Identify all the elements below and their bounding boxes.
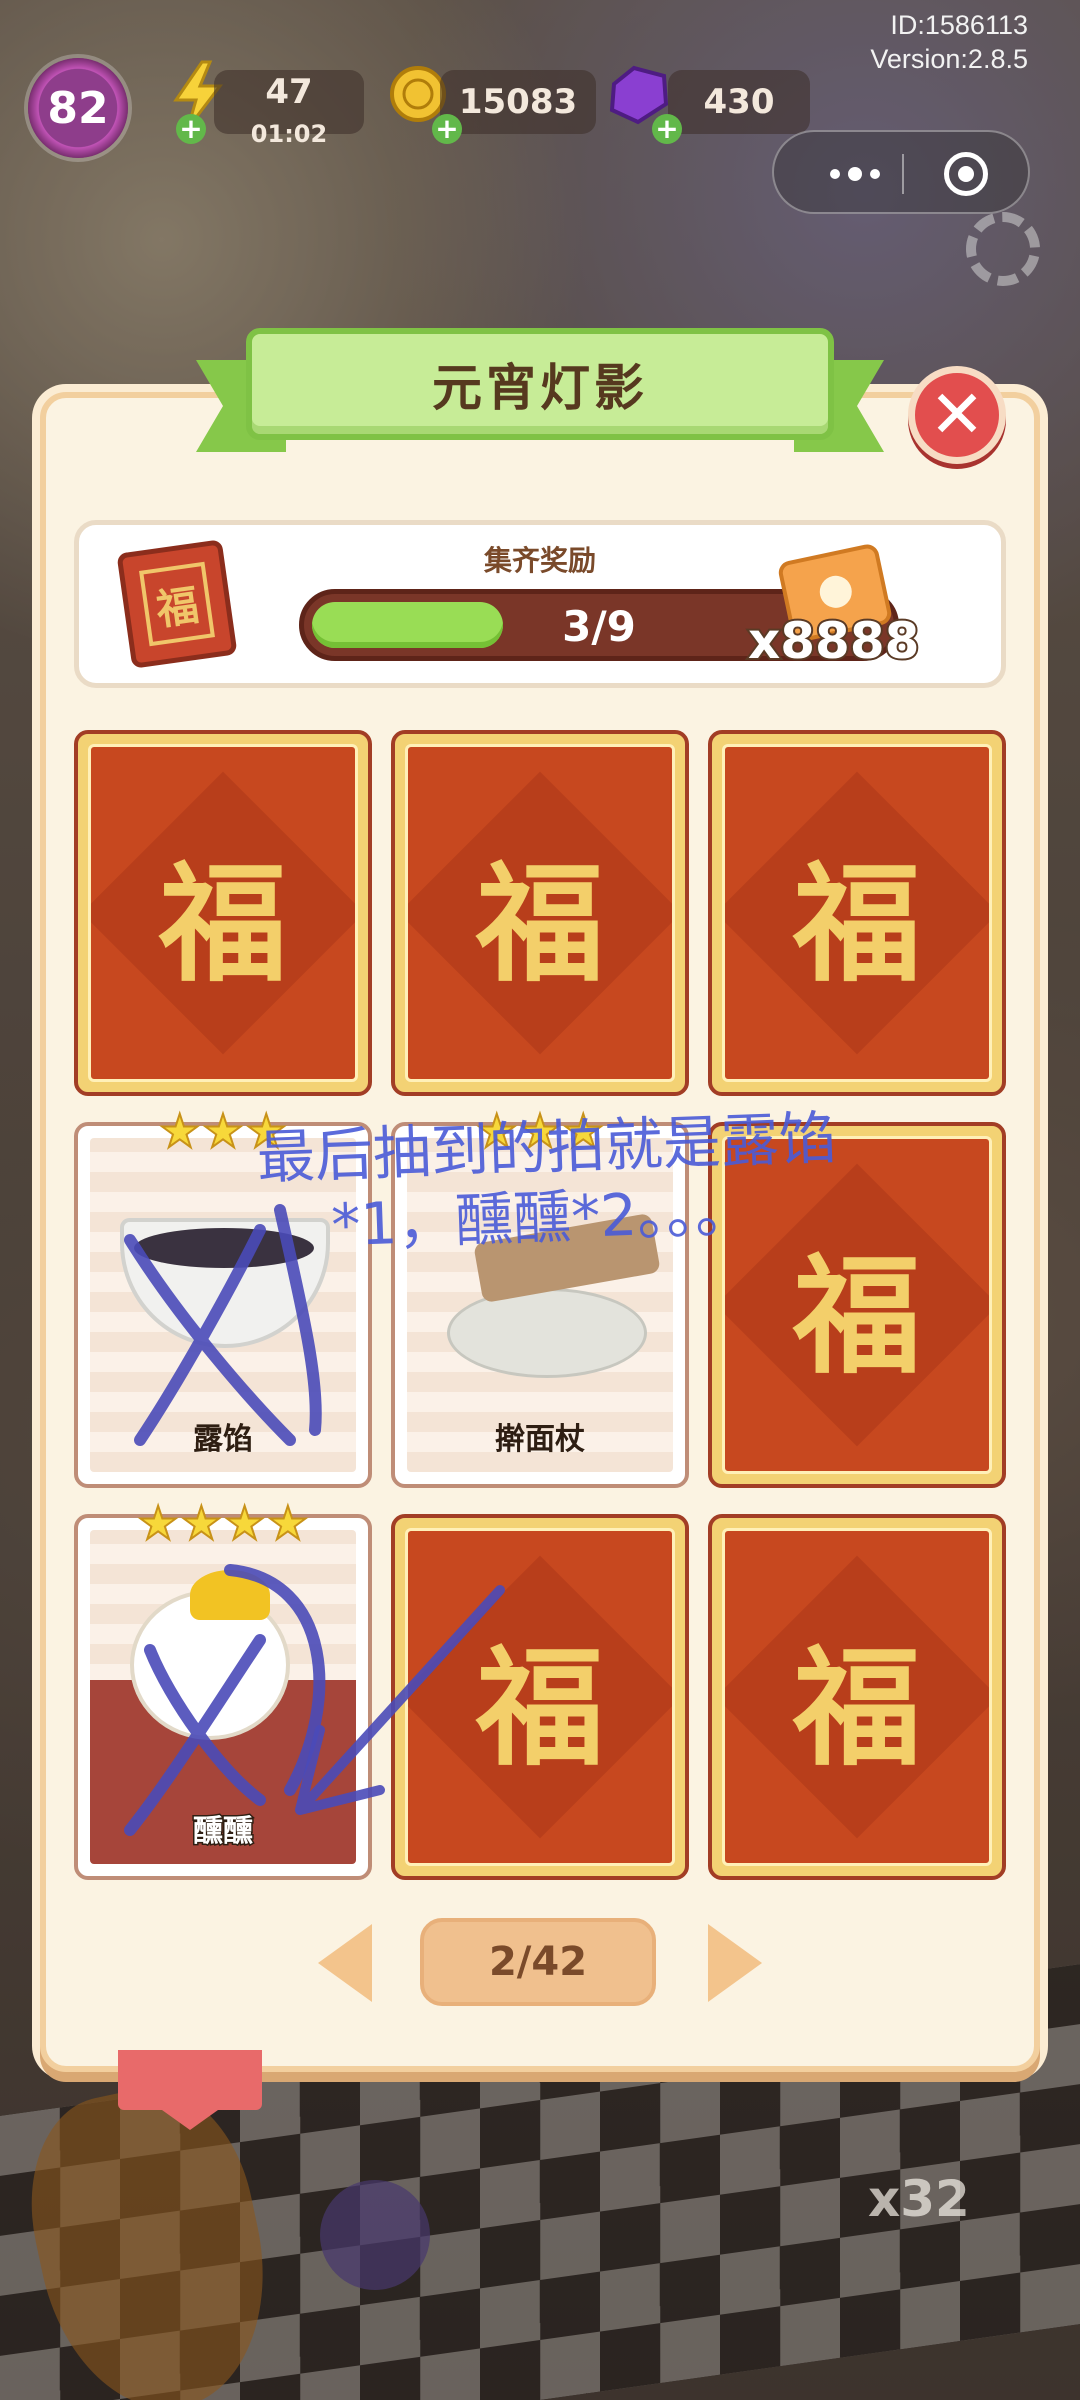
background-count: x32	[868, 2170, 970, 2228]
star-icon: ★	[158, 1104, 201, 1158]
top-hud: 82 47 01:02 + 15083 + 430 + ID:1586113 V…	[0, 0, 1080, 286]
handwritten-note: 最后抽到的拍就是露馅 *1，醺醺*2。。。	[256, 1097, 1000, 1263]
coin-counter[interactable]: 15083	[440, 70, 596, 134]
card-name: 擀面杖	[495, 1422, 585, 1457]
energy-counter[interactable]: 47 01:02	[214, 70, 364, 148]
panel-title: 元宵灯影	[246, 328, 834, 440]
fu-book-icon: 福	[116, 539, 238, 669]
more-dots-icon[interactable]	[810, 158, 900, 190]
fu-character: 福	[475, 849, 604, 1000]
card-locked[interactable]: 福	[391, 730, 689, 1096]
star-icon: ★	[223, 1496, 266, 1550]
panel-ribbon	[118, 2050, 262, 2130]
card-name: 露馅	[193, 1422, 253, 1457]
user-id-text: ID:1586113	[890, 10, 1028, 40]
card-name: 醺醺	[192, 1813, 255, 1851]
miniprogram-capsule	[772, 130, 1030, 214]
gem-value: 430	[703, 82, 775, 122]
add-coins-button[interactable]: +	[432, 114, 462, 144]
gem-counter[interactable]: 430	[668, 70, 810, 134]
star-icon: ★	[201, 1104, 244, 1158]
version-text: Version:2.8.5	[870, 44, 1028, 74]
gear-icon[interactable]	[966, 212, 1040, 286]
add-energy-button[interactable]: +	[176, 114, 206, 144]
fu-character: 福	[792, 849, 921, 1000]
page-indicator: 2/42	[420, 1918, 656, 2006]
star-rating: ★ ★ ★ ★	[78, 1496, 368, 1550]
capsule-divider	[902, 154, 904, 194]
star-icon: ★	[266, 1496, 309, 1550]
hardhat-illustration	[190, 1570, 270, 1620]
star-icon: ★	[180, 1496, 223, 1550]
fu-character: 福	[475, 1633, 604, 1784]
fu-character: 福	[792, 1633, 921, 1784]
level-value: 82	[47, 82, 109, 134]
star-icon: ★	[136, 1496, 179, 1550]
card-item-xunxun[interactable]: 醺醺 ★ ★ ★ ★	[74, 1499, 372, 1880]
coin-value: 15083	[458, 82, 578, 122]
card-locked[interactable]: 福	[708, 1514, 1006, 1880]
close-button[interactable]: ✕	[908, 366, 1006, 464]
target-icon[interactable]	[944, 152, 988, 196]
card-locked[interactable]: 福	[708, 730, 1006, 1096]
energy-timer: 01:02	[250, 120, 328, 148]
reward-amount: x8888	[746, 610, 921, 672]
title-banner: 元宵灯影	[196, 328, 884, 456]
card-locked[interactable]: 福	[391, 1514, 689, 1880]
dough-illustration	[447, 1288, 647, 1378]
fu-character: 福	[158, 849, 287, 1000]
card-locked[interactable]: 福	[74, 730, 372, 1096]
level-badge[interactable]: 82	[28, 58, 128, 158]
close-icon: ✕	[929, 376, 985, 453]
build-info: ID:1586113 Version:2.8.5	[870, 8, 1028, 76]
add-gems-button[interactable]: +	[652, 114, 682, 144]
energy-value: 47	[265, 72, 313, 112]
